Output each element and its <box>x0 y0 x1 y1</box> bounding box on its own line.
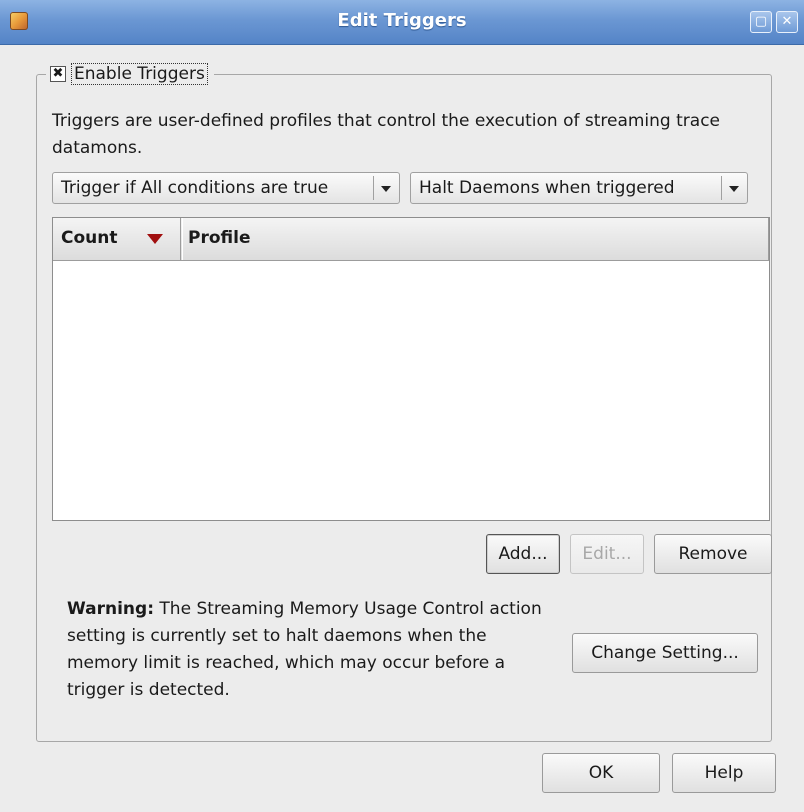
change-setting-button[interactable]: Change Setting... <box>572 633 758 673</box>
help-button[interactable]: Help <box>672 753 776 793</box>
add-button[interactable]: Add... <box>486 534 560 574</box>
column-divider-highlight <box>182 218 183 260</box>
column-header-profile[interactable]: Profile <box>188 228 250 248</box>
window-title: Edit Triggers <box>337 10 467 31</box>
ok-button[interactable]: OK <box>542 753 660 793</box>
warning-message: Warning: The Streaming Memory Usage Cont… <box>67 596 557 704</box>
checkbox-checked-icon[interactable]: ✖ <box>50 66 66 82</box>
chevron-down-icon[interactable] <box>729 186 739 192</box>
table-header: Count Profile <box>53 218 769 261</box>
sort-descending-icon[interactable] <box>147 234 163 244</box>
description-text: Triggers are user-defined profiles that … <box>52 111 720 158</box>
chevron-down-icon[interactable] <box>381 186 391 192</box>
edit-button[interactable]: Edit... <box>570 534 644 574</box>
condition-combo-value: Trigger if All conditions are true <box>61 178 329 198</box>
action-combo-value: Halt Daemons when triggered <box>419 178 675 198</box>
remove-button[interactable]: Remove <box>654 534 772 574</box>
enable-triggers-label[interactable]: Enable Triggers <box>71 63 208 85</box>
warning-label: Warning: <box>67 599 155 619</box>
column-divider[interactable] <box>180 218 181 260</box>
maximize-icon[interactable]: ▢ <box>750 11 772 33</box>
header-edge <box>768 218 769 260</box>
condition-combo[interactable]: Trigger if All conditions are true <box>52 172 400 204</box>
action-combo[interactable]: Halt Daemons when triggered <box>410 172 748 204</box>
close-icon[interactable]: ✕ <box>776 11 798 33</box>
combo-divider <box>721 176 722 200</box>
enable-triggers-checkbox[interactable]: ✖ Enable Triggers <box>46 61 214 87</box>
title-bar[interactable]: Edit Triggers ▢ ✕ <box>0 0 804 45</box>
triggers-table[interactable]: Count Profile <box>52 217 770 521</box>
column-header-count[interactable]: Count <box>61 228 118 248</box>
combo-divider <box>373 176 374 200</box>
